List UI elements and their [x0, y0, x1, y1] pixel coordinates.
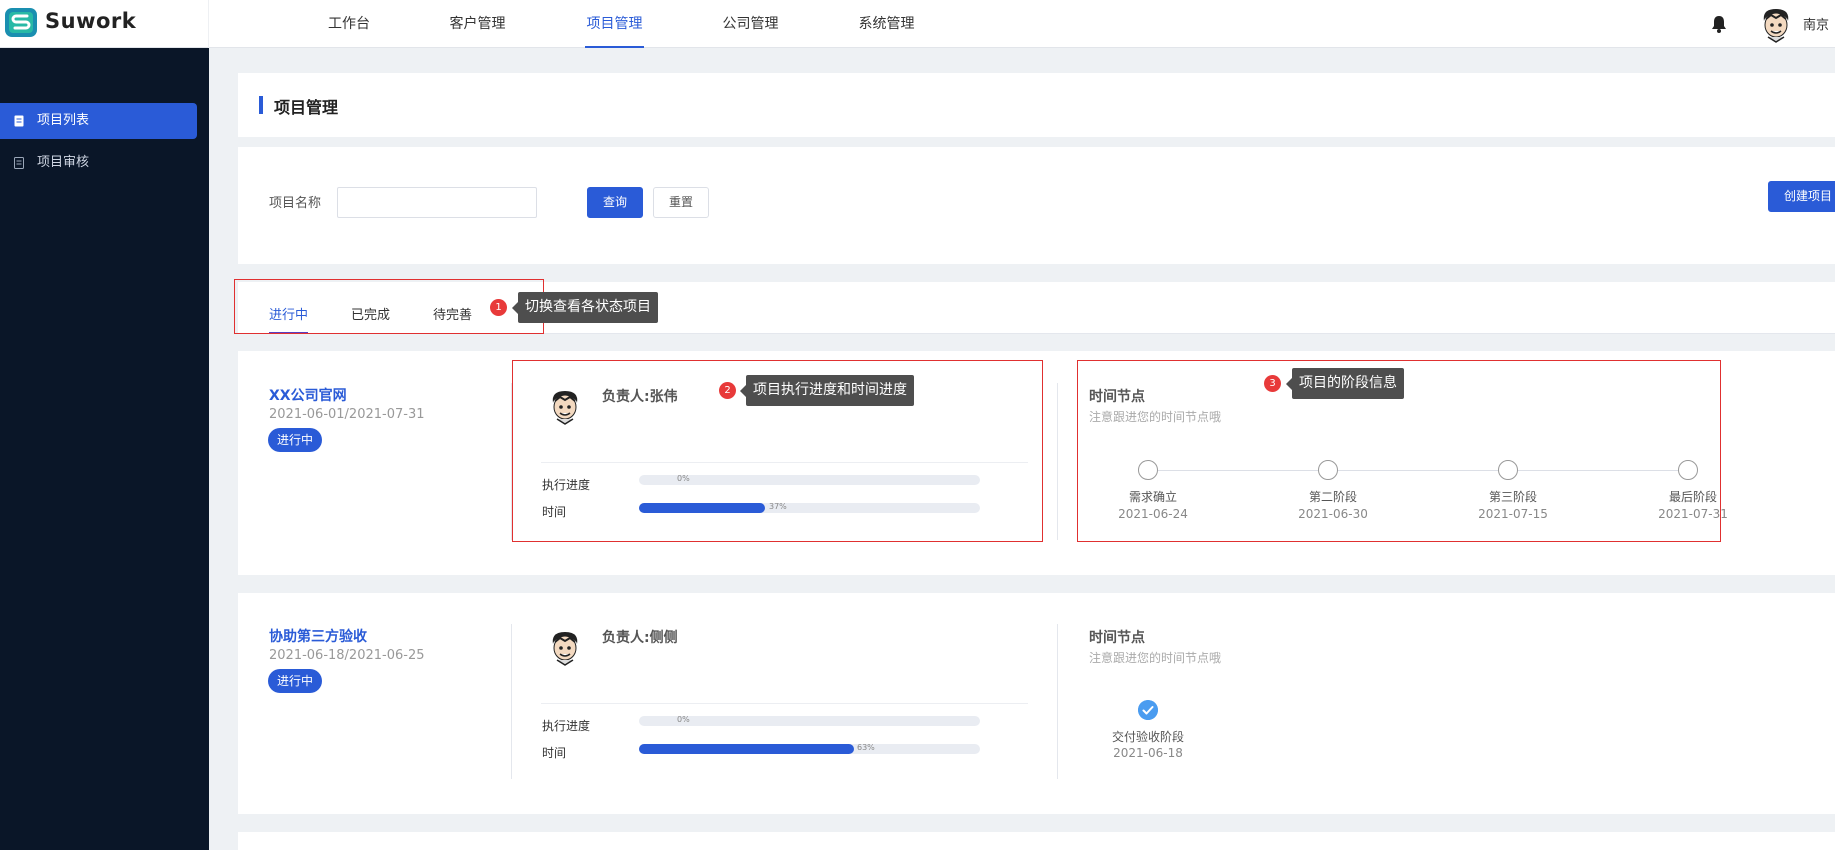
exec-progress-label: 执行进度	[542, 719, 591, 733]
column-divider	[511, 624, 512, 779]
status-badge: 进行中	[268, 428, 323, 452]
query-button[interactable]: 查询	[587, 187, 643, 218]
owner-avatar	[552, 632, 578, 666]
annotation-tooltip: 切换查看各状态项目	[512, 292, 658, 323]
time-progress-text: 63%	[857, 743, 875, 752]
nav-item-customers[interactable]: 客户管理	[449, 0, 506, 48]
logo-icon	[5, 8, 37, 37]
reset-button[interactable]: 重置	[653, 187, 709, 218]
user-name[interactable]: 南京	[1803, 14, 1829, 33]
audit-icon	[14, 157, 24, 169]
column-divider	[1057, 383, 1058, 540]
nav-item-workbench[interactable]: 工作台	[328, 0, 370, 48]
document-icon	[14, 115, 24, 127]
time-progress-bar: 63%	[639, 743, 980, 754]
project-card	[238, 832, 1835, 850]
annotation-tooltip: 项目的阶段信息	[1286, 368, 1404, 399]
project-name-link[interactable]: 协助第三方验收	[269, 626, 367, 646]
timeline-subtitle: 注意跟进您的时间节点哦	[1089, 651, 1222, 665]
time-progress-fill	[639, 744, 854, 754]
sidebar: 项目列表 项目审核	[0, 48, 209, 850]
top-bar: Suwork 工作台 客户管理 项目管理 公司管理 系统管理 南京	[0, 0, 1835, 48]
bell-icon[interactable]	[1710, 14, 1728, 34]
time-progress-label: 时间	[542, 746, 567, 760]
sidebar-item-label: 项目列表	[37, 113, 90, 128]
annotation-tooltip: 项目执行进度和时间进度	[740, 375, 914, 406]
check-icon	[1138, 700, 1158, 720]
annotation-badge: 1	[490, 299, 507, 316]
project-name-input[interactable]	[337, 187, 537, 218]
timeline-title: 时间节点	[1089, 630, 1145, 646]
project-dates: 2021-06-01/2021-07-31	[269, 407, 425, 422]
nav-item-projects[interactable]: 项目管理	[585, 0, 644, 48]
owner-name: 负责人:侧侧	[602, 630, 678, 646]
nav-item-companies[interactable]: 公司管理	[722, 0, 779, 48]
sidebar-item-project-list[interactable]: 项目列表	[0, 103, 197, 139]
logo-text: Suwork	[45, 9, 137, 33]
logo[interactable]: Suwork	[0, 0, 209, 48]
divider	[541, 703, 1028, 704]
user-avatar[interactable]	[1760, 7, 1792, 43]
sidebar-item-label: 项目审核	[37, 155, 90, 170]
project-dates: 2021-06-18/2021-06-25	[269, 648, 425, 663]
annotation-badge: 3	[1264, 375, 1281, 392]
project-name-label: 项目名称	[269, 196, 322, 211]
status-badge: 进行中	[268, 669, 323, 693]
page-title-card	[238, 73, 1835, 137]
create-project-button[interactable]: 创建项目	[1768, 181, 1835, 212]
sidebar-item-project-audit[interactable]: 项目审核	[0, 145, 209, 181]
annotation-badge: 2	[719, 382, 736, 399]
exec-progress-text: 0%	[677, 715, 690, 724]
nav-item-system[interactable]: 系统管理	[858, 0, 915, 48]
project-card	[238, 593, 1835, 814]
exec-progress-bar: 0%	[639, 715, 980, 726]
project-name-link[interactable]: XX公司官网	[269, 385, 347, 405]
stage-date: 2021-06-18	[1113, 746, 1183, 760]
title-accent-bar	[259, 96, 263, 114]
page-title: 项目管理	[274, 98, 339, 117]
stage-name: 交付验收阶段	[1111, 730, 1184, 744]
column-divider	[1057, 624, 1058, 779]
